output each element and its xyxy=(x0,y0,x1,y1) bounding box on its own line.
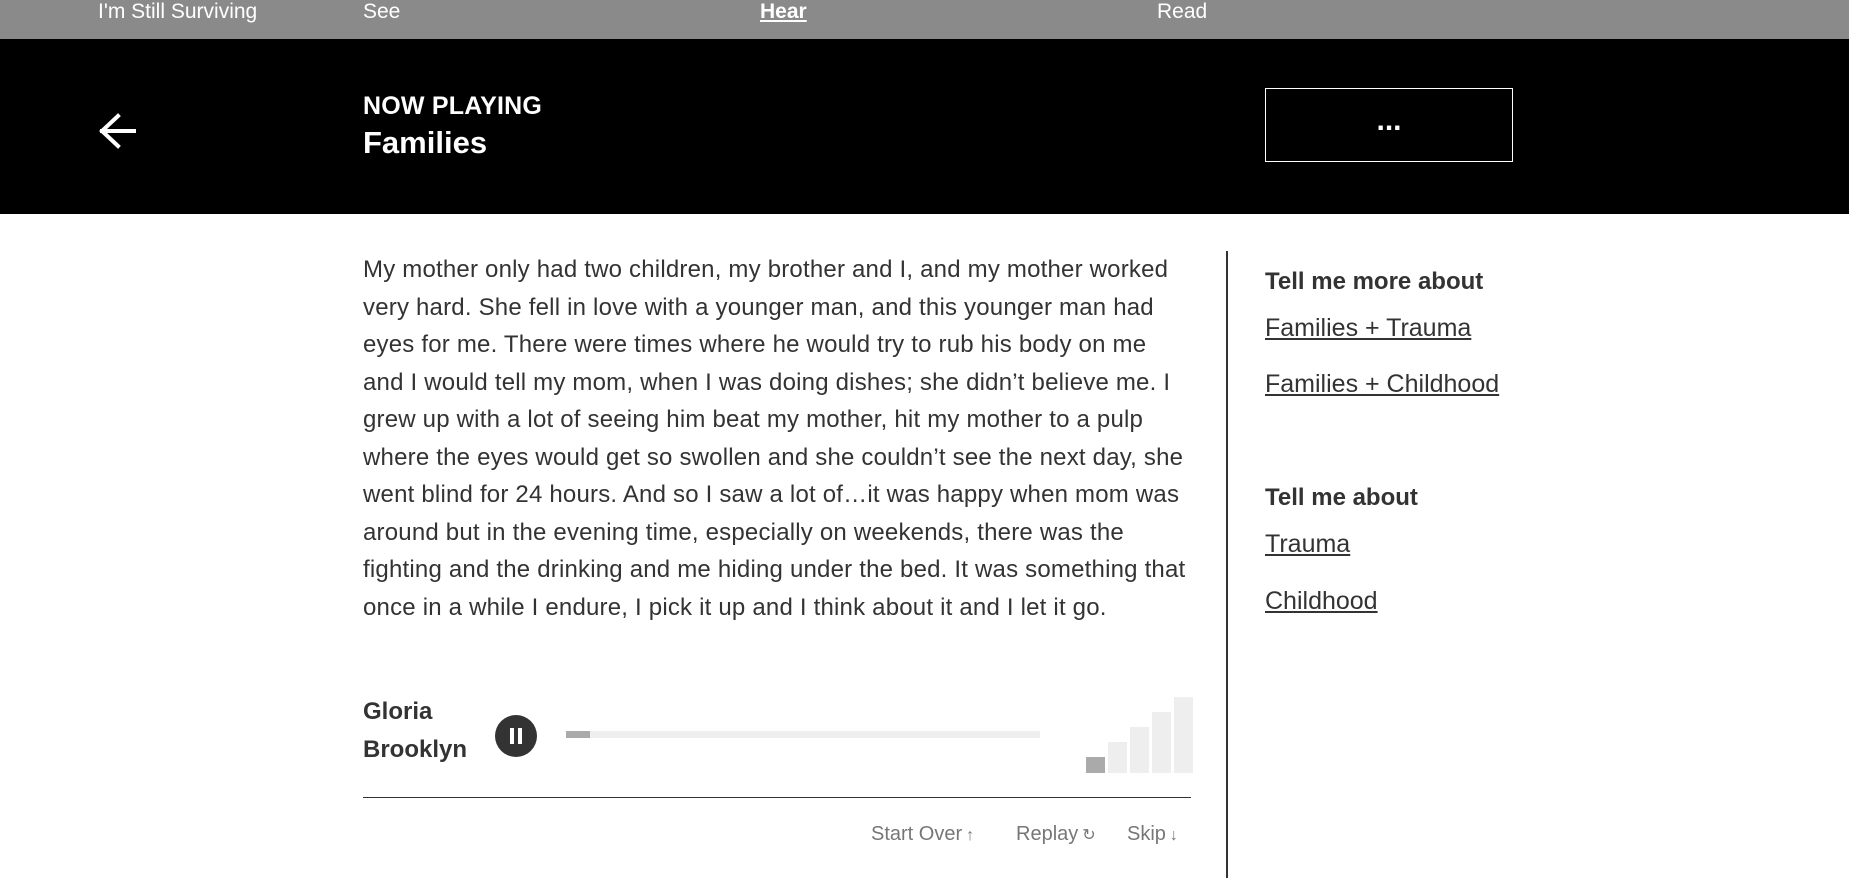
volume-bar[interactable] xyxy=(1152,712,1171,773)
progress-fill xyxy=(566,731,590,738)
tell-me-about-heading: Tell me about xyxy=(1265,484,1418,511)
more-button[interactable]: ... xyxy=(1265,88,1513,162)
player-divider xyxy=(363,797,1191,798)
speaker-name: Gloria xyxy=(363,698,433,725)
now-playing-header: NOW PLAYING Families ... xyxy=(0,39,1849,214)
track-title: Families xyxy=(363,125,488,160)
now-playing-label: NOW PLAYING xyxy=(363,92,543,120)
link-trauma[interactable]: Trauma xyxy=(1265,530,1350,559)
progress-bar[interactable] xyxy=(566,731,1040,738)
tell-me-more-heading: Tell me more about xyxy=(1265,268,1484,295)
nav-link-read[interactable]: Read xyxy=(1157,0,1207,24)
nav-link-home[interactable]: I'm Still Surviving xyxy=(98,0,257,24)
volume-bar[interactable] xyxy=(1086,757,1105,773)
skip-label: Skip xyxy=(1127,823,1166,845)
volume-bar[interactable] xyxy=(1108,742,1127,773)
nav-link-see[interactable]: See xyxy=(363,0,400,24)
pause-button[interactable] xyxy=(495,715,537,757)
transcript-text: My mother only had two children, my brot… xyxy=(363,256,1186,621)
link-families-childhood[interactable]: Families + Childhood xyxy=(1265,370,1499,399)
skip-button[interactable]: Skip ↓ xyxy=(1127,823,1178,846)
arrow-down-icon: ↓ xyxy=(1169,827,1178,844)
arrow-left-icon xyxy=(99,113,136,149)
volume-bar[interactable] xyxy=(1130,727,1149,773)
replay-button[interactable]: Replay ↻ xyxy=(1016,823,1096,846)
link-families-trauma[interactable]: Families + Trauma xyxy=(1265,314,1471,343)
column-divider xyxy=(1226,251,1228,878)
replay-icon: ↻ xyxy=(1082,827,1096,844)
link-childhood[interactable]: Childhood xyxy=(1265,587,1378,616)
nav-link-hear[interactable]: Hear xyxy=(760,0,807,24)
back-button[interactable] xyxy=(96,108,142,154)
volume-control[interactable] xyxy=(1086,697,1193,773)
start-over-label: Start Over xyxy=(871,823,963,845)
start-over-button[interactable]: Start Over ↑ xyxy=(871,823,974,846)
speaker-location: Brooklyn xyxy=(363,736,468,763)
replay-label: Replay xyxy=(1016,823,1079,845)
pause-icon xyxy=(510,728,514,744)
top-nav: I'm Still Surviving See Hear Read xyxy=(0,0,1849,39)
volume-bar[interactable] xyxy=(1174,697,1193,773)
arrow-up-icon: ↑ xyxy=(966,827,975,844)
